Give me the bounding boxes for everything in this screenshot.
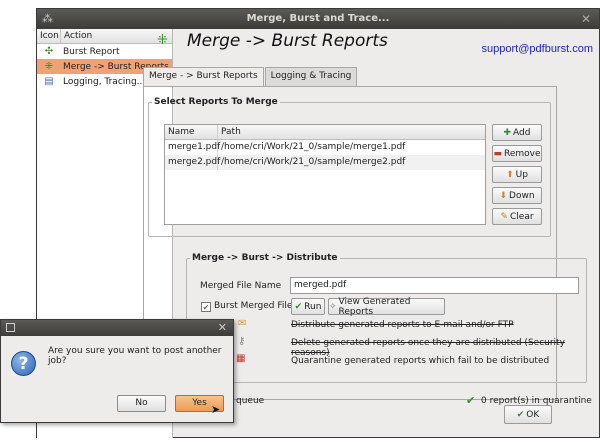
delete-option[interactable]: Delete generated reports once they are d… <box>291 338 600 358</box>
column-path[interactable]: Path <box>218 125 244 139</box>
close-icon[interactable]: ✕ <box>579 12 593 26</box>
close-icon[interactable]: ✕ <box>218 321 227 334</box>
dialog-title-bar: ✕ <box>1 320 233 336</box>
clear-label: Clear <box>510 211 534 222</box>
distribute-option[interactable]: Distribute generated reports to E-mail a… <box>291 320 514 330</box>
ok-label: OK <box>526 409 540 420</box>
view-reports-button[interactable]: ✧ View Generated Reports <box>328 296 445 317</box>
burst-merged-checkbox[interactable]: ✔ <box>201 302 211 312</box>
queue-status: queue <box>236 396 265 406</box>
plus-icon: ✚ <box>503 127 512 138</box>
confirm-dialog: ✕ ? Are you sure you want to post anothe… <box>0 319 234 423</box>
ok-button[interactable]: ✔ OK <box>504 405 552 424</box>
question-icon: ? <box>11 351 36 376</box>
page-title: Merge -> Burst Reports <box>187 31 388 51</box>
tree-header: Icon Action <box>37 29 172 44</box>
tab-merge-burst[interactable]: Merge - > Burst Reports <box>143 67 264 87</box>
merged-file-label: Merged File Name <box>200 281 282 291</box>
no-button[interactable]: No <box>117 395 166 412</box>
column-name[interactable]: Name <box>165 125 218 139</box>
email-icon: ✉ <box>238 318 247 329</box>
select-reports-legend: Select Reports To Merge <box>154 97 278 107</box>
table-row[interactable]: merge1.pdf /home/cri/Work/21_0/sample/me… <box>165 140 485 155</box>
remove-label: Remove <box>503 148 541 159</box>
up-button[interactable]: ⬆ Up <box>492 166 542 183</box>
add-label: Add <box>513 127 531 138</box>
tree-item-label: Logging, Tracing... <box>63 76 146 87</box>
support-link[interactable]: support@pdfburst.com <box>482 43 593 55</box>
tab-logging-tracing[interactable]: Logging & Tracing <box>264 67 358 86</box>
reports-table[interactable]: Name Path merge1.pdf /home/cri/Work/21_0… <box>164 124 486 225</box>
quarantine-icon: ▦ <box>236 353 246 364</box>
merged-file-input[interactable]: merged.pdf <box>290 277 579 294</box>
quarantine-option[interactable]: Quarantine generated reports which fail … <box>291 356 549 366</box>
arrow-down-icon: ⬇ <box>499 190 508 201</box>
remove-button[interactable]: ▬ Remove <box>492 145 542 162</box>
mouse-cursor-icon: ➤ <box>211 403 221 416</box>
table-header: Name Path <box>165 125 485 140</box>
window-menu-icon[interactable] <box>6 323 15 332</box>
arrow-up-icon: ⬆ <box>506 169 514 180</box>
burst-icon: ✣ <box>44 46 54 57</box>
row-path: /home/cri/Work/21_0/sample/merge2.pdf <box>221 157 406 167</box>
log-icon: ▤ <box>44 76 54 87</box>
table-row[interactable]: merge2.pdf /home/cri/Work/21_0/sample/me… <box>165 155 485 170</box>
merge-icon: ⁜ <box>44 61 54 72</box>
distribute-legend: Merge -> Burst -> Distribute <box>192 253 338 263</box>
down-label: Down <box>509 190 535 201</box>
clear-button[interactable]: ✎ Clear <box>492 208 542 225</box>
title-bar: ⁂ Merge, Burst and Trace... ✕ <box>37 9 599 29</box>
merge-header-icon: ⁜ <box>157 33 168 48</box>
run-icon: ✔ <box>294 301 303 312</box>
tree-item-burst-report[interactable]: ✣ Burst Report <box>37 44 172 59</box>
tree-item-label: Burst Report <box>63 46 120 57</box>
window-title: Merge, Burst and Trace... <box>246 13 390 24</box>
key-icon: ⚷ <box>238 336 246 347</box>
row-path: /home/cri/Work/21_0/sample/merge1.pdf <box>221 142 406 152</box>
minus-icon: ▬ <box>493 148 502 159</box>
tab-bar: Merge - > Burst Reports Logging & Tracin… <box>143 67 358 87</box>
tree-column-icon[interactable]: Icon <box>37 29 61 43</box>
add-button[interactable]: ✚ Add <box>492 124 542 141</box>
row-name: merge2.pdf <box>165 155 220 170</box>
view-label: View Generated Reports <box>338 296 411 317</box>
check-icon: ✔ <box>466 394 476 407</box>
row-name: merge1.pdf <box>165 140 220 155</box>
view-icon: ✧ <box>329 301 337 312</box>
down-button[interactable]: ⬇ Down <box>492 187 542 204</box>
tree-column-action[interactable]: Action <box>61 29 172 43</box>
broom-icon: ✎ <box>500 211 508 222</box>
up-label: Up <box>515 169 528 180</box>
dialog-message: Are you sure you want to post another jo… <box>48 346 222 366</box>
run-label: Run <box>304 301 322 312</box>
run-button[interactable]: ✔ Run <box>291 298 325 315</box>
ok-icon: ✔ <box>516 409 525 420</box>
burst-merged-label: Burst Merged File <box>214 301 293 311</box>
